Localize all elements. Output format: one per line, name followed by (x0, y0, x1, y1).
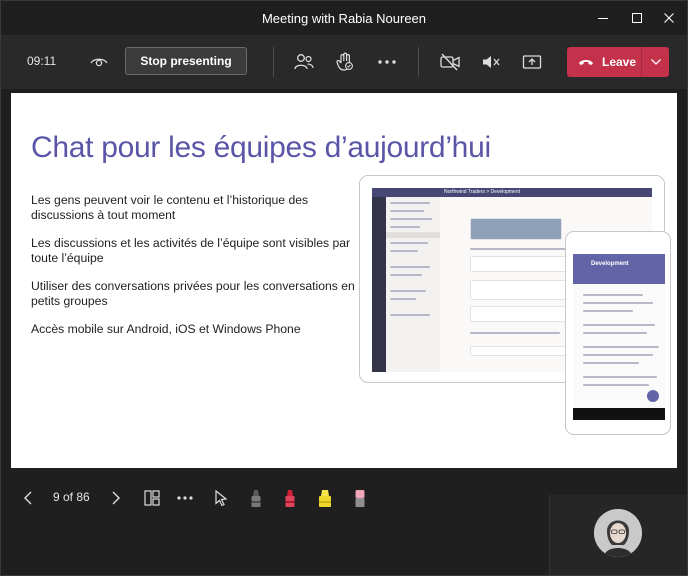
illustration-text-line (583, 346, 659, 348)
illustration-text-line (470, 248, 580, 250)
pen-black-button[interactable] (245, 487, 267, 509)
more-actions-button[interactable] (374, 49, 400, 75)
illustration-text-line (390, 226, 420, 228)
highlighter-yellow-icon (319, 490, 331, 507)
meeting-toolbar: 09:11 Stop presenting Leave (1, 35, 687, 89)
illustration-text-line (390, 250, 418, 252)
minimize-icon (598, 18, 608, 19)
presenter-controls: 9 of 86 (1, 471, 687, 575)
camera-toggle-button[interactable] (437, 49, 463, 75)
chevron-down-icon (650, 59, 661, 65)
illustration-channel-list (386, 197, 440, 372)
laser-pointer-icon (215, 489, 228, 507)
illustration-text-line (583, 294, 643, 296)
pen-red-button[interactable] (279, 487, 301, 509)
illustration-selected-channel (386, 232, 440, 238)
shared-slide: Chat pour les équipes d’aujourd’hui Les … (11, 93, 677, 468)
highlighter-yellow-button[interactable] (314, 487, 336, 509)
slide-title: Chat pour les équipes d’aujourd’hui (31, 131, 491, 164)
illustration-text-line (583, 324, 655, 326)
maximize-button[interactable] (623, 7, 651, 29)
illustration-text-line (390, 202, 430, 204)
slide-bullet-list: Les gens peuvent voir le contenu et l’hi… (31, 193, 359, 350)
title-bar: Meeting with Rabia Noureen (1, 1, 687, 35)
participants-button[interactable] (291, 49, 317, 75)
illustration-image-card (470, 218, 562, 240)
chevron-right-icon (112, 491, 120, 505)
speaker-toggle-button[interactable] (478, 49, 504, 75)
self-video-tile[interactable] (549, 495, 687, 575)
slide-bullet: Utiliser des conversations privées pour … (31, 279, 355, 308)
toolbar-divider (273, 47, 274, 77)
user-photo-icon (594, 509, 642, 557)
laser-pointer-button[interactable] (210, 487, 232, 509)
illustration-text-line (583, 302, 653, 304)
next-slide-button[interactable] (105, 487, 127, 509)
illustration-text-line (583, 362, 639, 364)
window-title: Meeting with Rabia Noureen (261, 11, 427, 26)
illustration-channel-header: Northwind Traders > Development (444, 189, 521, 195)
more-icon (378, 60, 396, 64)
raise-hand-button[interactable] (332, 49, 358, 75)
illustration-text-line (583, 354, 653, 356)
illustration-compose-fab (647, 390, 659, 402)
illustration-phone-screen: Development (573, 254, 665, 420)
illustration-text-line (390, 314, 430, 316)
presenter-view-button[interactable] (86, 49, 112, 75)
meeting-window: Meeting with Rabia Noureen 09:11 Stop pr… (0, 0, 688, 576)
slide-bullet: Les gens peuvent voir le contenu et l’hi… (31, 193, 309, 222)
share-tray-icon (522, 55, 542, 69)
leave-label: Leave (602, 55, 637, 69)
close-window-button[interactable] (655, 7, 683, 29)
presenter-more-button[interactable] (174, 487, 196, 509)
slide-bullet: Les discussions et les activités de l’éq… (31, 236, 351, 265)
toolbar-divider (418, 47, 419, 77)
illustration-text-line (583, 376, 657, 378)
camera-off-icon (440, 53, 460, 71)
leave-meeting-control: Leave (567, 47, 669, 77)
previous-slide-button[interactable] (17, 487, 39, 509)
illustration-app-rail (372, 197, 386, 372)
eraser-button[interactable] (349, 487, 371, 509)
illustration-phone-header: Development (573, 254, 665, 284)
illustration-phone-title: Development (591, 261, 629, 267)
illustration-text-line (390, 290, 426, 292)
teams-mobile-illustration: Development (565, 231, 671, 435)
illustration-text-line (390, 210, 424, 212)
illustration-text-line (390, 266, 430, 268)
slide-grid-button[interactable] (141, 487, 163, 509)
illustration-text-line (390, 274, 422, 276)
stop-presenting-button[interactable]: Stop presenting (125, 47, 247, 75)
illustration-text-line (583, 310, 633, 312)
illustration-text-line (583, 384, 649, 386)
speaker-muted-icon (483, 56, 500, 68)
share-tray-button[interactable] (519, 49, 545, 75)
leave-options-button[interactable] (642, 47, 669, 77)
illustration-text-line (390, 218, 432, 220)
avatar (594, 509, 642, 557)
slide-grid-icon (144, 490, 160, 506)
pen-black-icon (251, 490, 261, 507)
illustration-phone-nav-bar (573, 408, 665, 420)
eraser-icon (355, 490, 365, 507)
illustration-text-line (390, 242, 428, 244)
illustration-text-line (470, 332, 560, 334)
eye-icon (90, 58, 108, 67)
people-icon (294, 54, 314, 70)
minimize-button[interactable] (589, 7, 617, 29)
illustration-text-line (583, 332, 647, 334)
chevron-left-icon (24, 491, 32, 505)
maximize-icon (632, 13, 642, 23)
slide-page-indicator: 9 of 86 (53, 490, 90, 504)
phone-hangup-icon (579, 60, 593, 65)
more-icon (177, 496, 193, 500)
close-icon (664, 13, 674, 23)
meeting-timer: 09:11 (27, 54, 57, 68)
slide-bullet: Accès mobile sur Android, iOS et Windows… (31, 322, 301, 336)
illustration-text-line (390, 298, 416, 300)
pen-red-icon (285, 490, 295, 507)
leave-button[interactable]: Leave (567, 47, 641, 77)
raise-hand-icon (336, 52, 353, 71)
